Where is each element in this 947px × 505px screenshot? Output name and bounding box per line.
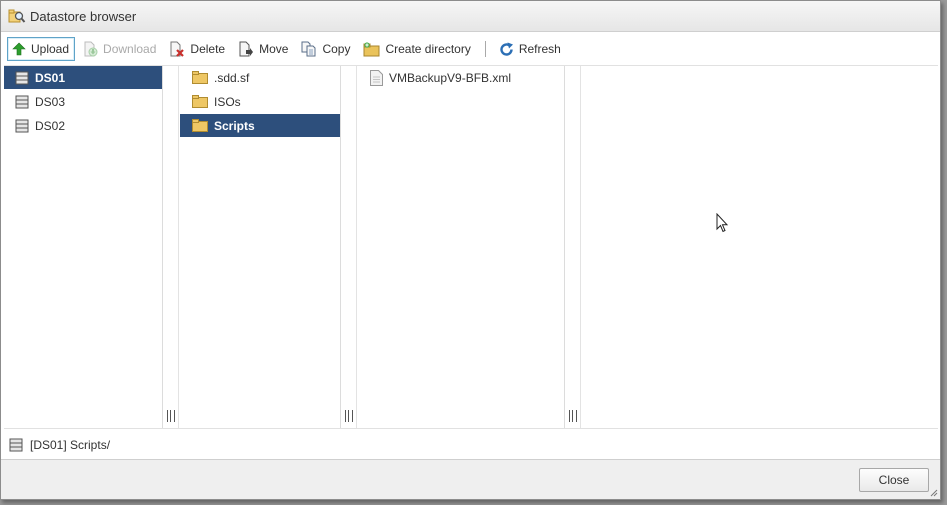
delete-label: Delete xyxy=(190,42,226,56)
dialog-footer: Close xyxy=(1,459,940,499)
folder-item-sdd-sf[interactable]: .sdd.sf xyxy=(180,66,340,89)
toolbar: Upload Download Delete Move Copy Create … xyxy=(1,34,940,64)
close-button[interactable]: Close xyxy=(859,468,929,492)
file-item-vmbackup[interactable]: VMBackupV9-BFB.xml xyxy=(358,66,564,89)
datastore-icon xyxy=(15,71,29,84)
copy-label: Copy xyxy=(322,42,351,56)
column-resize-handle[interactable] xyxy=(565,66,581,428)
folder-icon xyxy=(192,71,208,84)
upload-arrow-icon xyxy=(12,42,26,56)
folder-label: ISOs xyxy=(214,94,241,109)
datastore-item-ds02[interactable]: DS02 xyxy=(4,114,162,137)
folder-label: .sdd.sf xyxy=(214,70,250,85)
datastore-search-icon xyxy=(8,7,26,25)
delete-icon xyxy=(170,41,185,57)
datastore-item-ds01[interactable]: DS01 xyxy=(4,66,162,89)
file-label: VMBackupV9-BFB.xml xyxy=(389,70,512,85)
file-list: VMBackupV9-BFB.xml xyxy=(358,66,565,428)
column-resize-handle[interactable] xyxy=(341,66,357,428)
refresh-button[interactable]: Refresh xyxy=(494,37,567,61)
datastore-icon xyxy=(9,438,23,452)
upload-label: Upload xyxy=(31,42,70,56)
datastore-label: DS01 xyxy=(35,70,66,85)
new-folder-icon xyxy=(363,41,380,56)
datastore-browser-dialog: Datastore browser Upload Download Delete xyxy=(0,0,941,500)
empty-column xyxy=(582,66,938,428)
download-label: Download xyxy=(103,42,157,56)
refresh-icon xyxy=(500,42,513,56)
create-directory-button[interactable]: Create directory xyxy=(358,37,476,61)
datastore-column-browser: DS01 DS03 DS02 .sdd.sf ISOs Scripts VMBa… xyxy=(4,65,938,429)
folder-icon xyxy=(192,119,208,132)
download-icon xyxy=(84,41,98,57)
move-button[interactable]: Move xyxy=(233,37,294,61)
datastore-label: DS03 xyxy=(35,94,66,109)
folder-item-scripts[interactable]: Scripts xyxy=(180,114,340,137)
folder-item-isos[interactable]: ISOs xyxy=(180,90,340,113)
resize-corner-icon[interactable] xyxy=(930,489,938,497)
folder-label: Scripts xyxy=(214,118,255,133)
upload-button[interactable]: Upload xyxy=(7,37,76,61)
download-button[interactable]: Download xyxy=(77,37,162,61)
copy-icon xyxy=(301,41,316,57)
move-label: Move xyxy=(259,42,289,56)
datastore-icon xyxy=(15,95,29,108)
folder-list: .sdd.sf ISOs Scripts xyxy=(180,66,341,428)
mouse-pointer-icon xyxy=(716,213,729,233)
datastore-icon xyxy=(15,119,29,132)
resize-grip-icon xyxy=(345,410,353,422)
create-directory-label: Create directory xyxy=(385,42,471,56)
current-path: [DS01] Scripts/ xyxy=(30,438,111,452)
resize-grip-icon xyxy=(569,410,577,422)
toolbar-separator xyxy=(484,41,486,57)
file-icon xyxy=(370,69,383,86)
copy-button[interactable]: Copy xyxy=(296,37,356,61)
column-resize-handle[interactable] xyxy=(163,66,179,428)
dialog-title: Datastore browser xyxy=(30,8,137,24)
datastore-label: DS02 xyxy=(35,118,66,133)
refresh-label: Refresh xyxy=(518,42,561,56)
delete-button[interactable]: Delete xyxy=(164,37,231,61)
datastore-list: DS01 DS03 DS02 xyxy=(4,66,163,428)
folder-icon xyxy=(192,95,208,108)
title-bar: Datastore browser xyxy=(1,1,940,32)
move-icon xyxy=(239,41,254,57)
datastore-item-ds03[interactable]: DS03 xyxy=(4,90,162,113)
status-bar: [DS01] Scripts/ xyxy=(4,433,934,457)
resize-grip-icon xyxy=(167,410,175,422)
